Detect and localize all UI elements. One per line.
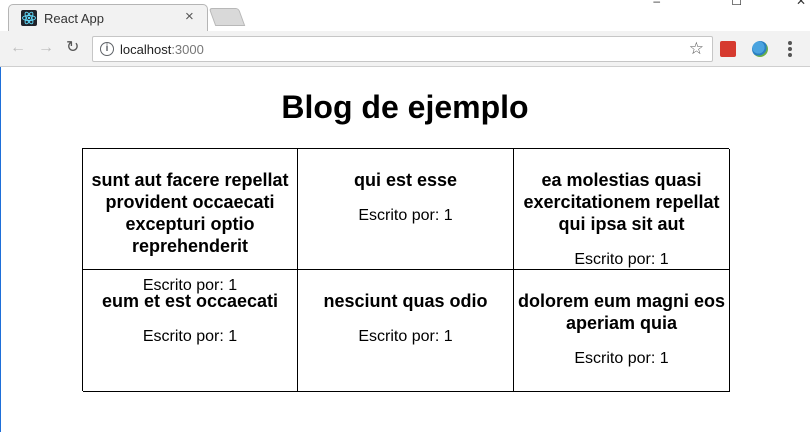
close-icon[interactable]: ×	[185, 9, 194, 25]
post-card: eum et est occaecati Escrito por: 1	[83, 270, 298, 392]
back-icon[interactable]: ←	[10, 39, 26, 57]
post-title: qui est esse	[353, 170, 458, 190]
tab-strip: React App × – ☐ ✕	[0, 0, 810, 31]
post-title: eum et est occaecati	[101, 291, 279, 311]
info-icon[interactable]: i	[100, 42, 114, 56]
url-text: localhost:3000	[120, 42, 204, 57]
post-author: Escrito por: 1	[574, 251, 669, 268]
react-favicon-icon	[21, 10, 37, 26]
post-card: sunt aut facere repellat provident occae…	[83, 149, 298, 294]
reload-icon[interactable]: ↻	[66, 39, 79, 57]
page-title: Blog de ejemplo	[281, 89, 529, 125]
new-tab-button[interactable]	[208, 8, 246, 26]
maximize-button[interactable]: ☐	[731, 0, 742, 8]
browser-toolbar: ← → ↻ i localhost:3000 ☆	[0, 31, 810, 67]
post-card: dolorem eum magni eos aperiam quia Escri…	[514, 270, 730, 392]
post-title: dolorem eum magni eos aperiam quia	[517, 291, 726, 333]
minimize-button[interactable]: –	[653, 0, 660, 8]
address-bar[interactable]: i localhost:3000 ☆	[92, 36, 713, 62]
post-card: ea molestias quasi exercitationem repell…	[514, 149, 730, 270]
post-author: Escrito por: 1	[574, 350, 669, 367]
post-card: qui est esse Escrito por: 1	[298, 149, 514, 270]
post-title: sunt aut facere repellat provident occae…	[91, 170, 289, 256]
star-icon[interactable]: ☆	[689, 39, 704, 59]
tab-react-app[interactable]: React App ×	[8, 4, 208, 31]
post-title: nesciunt quas odio	[323, 291, 488, 311]
tab-title: React App	[44, 11, 104, 26]
globe-extension-icon[interactable]	[752, 41, 768, 57]
post-card: nesciunt quas odio Escrito por: 1	[298, 270, 514, 392]
menu-icon[interactable]	[788, 41, 792, 57]
post-author: Escrito por: 1	[142, 328, 238, 345]
extension-icon[interactable]	[720, 41, 736, 57]
forward-icon[interactable]: →	[38, 39, 54, 57]
post-author: Escrito por: 1	[358, 207, 453, 224]
url-host: localhost	[120, 42, 172, 57]
post-title: ea molestias quasi exercitationem repell…	[523, 170, 720, 234]
close-window-button[interactable]: ✕	[796, 0, 806, 8]
url-port: :3000	[171, 42, 204, 57]
post-grid: sunt aut facere repellat provident occae…	[82, 148, 730, 392]
page-content: Blog de ejemplo sunt aut facere repellat…	[0, 67, 810, 432]
post-author: Escrito por: 1	[358, 328, 453, 345]
